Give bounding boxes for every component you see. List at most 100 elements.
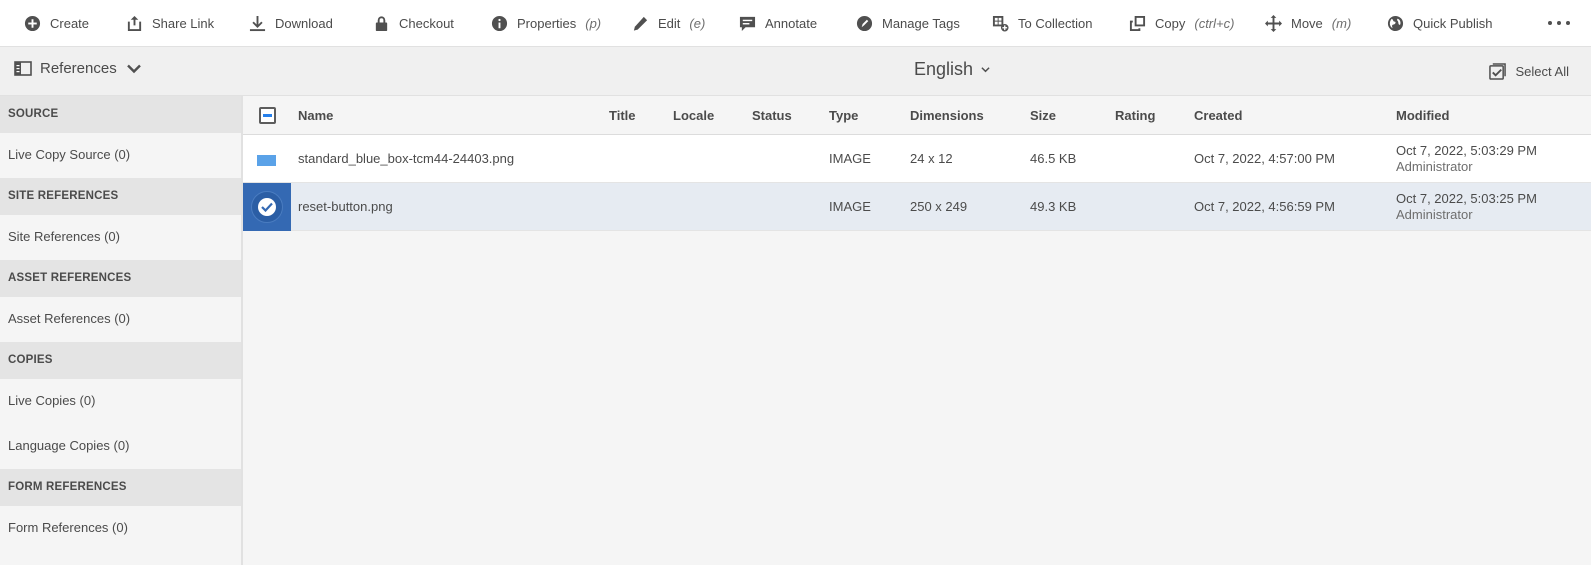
to-collection-label: To Collection bbox=[1018, 15, 1093, 31]
row-created: Oct 7, 2022, 4:57:00 PM bbox=[1194, 151, 1335, 166]
quick-publish-button[interactable]: Quick Publish bbox=[1387, 0, 1492, 46]
row-modified: Oct 7, 2022, 5:03:25 PM Administrator bbox=[1396, 183, 1537, 231]
row-type: IMAGE bbox=[829, 199, 871, 214]
action-bar: Create Share Link Download Checkout Prop… bbox=[0, 0, 1591, 47]
rail-panel-icon bbox=[14, 61, 32, 76]
row-name: reset-button.png bbox=[298, 199, 393, 214]
pencil-icon bbox=[633, 16, 648, 31]
checkout-label: Checkout bbox=[399, 15, 454, 31]
rail-item-asset-references[interactable]: Asset References (0) bbox=[0, 299, 241, 339]
rail-item-language-copies[interactable]: Language Copies (0) bbox=[0, 426, 241, 466]
rail-toggle[interactable]: References bbox=[14, 60, 143, 77]
quick-publish-label: Quick Publish bbox=[1413, 15, 1493, 31]
edit-shortcut: (e) bbox=[689, 15, 706, 31]
annotate-button[interactable]: Annotate bbox=[739, 0, 817, 46]
table-header: Name Title Locale Status Type Dimensions… bbox=[243, 96, 1591, 135]
download-icon bbox=[249, 15, 266, 31]
column-name[interactable]: Name bbox=[298, 96, 333, 135]
share-icon bbox=[127, 15, 142, 31]
row-size: 46.5 KB bbox=[1030, 151, 1077, 166]
download-label: Download bbox=[275, 15, 333, 31]
row-size: 49.3 KB bbox=[1030, 199, 1077, 214]
table-row[interactable]: reset-button.png IMAGE 250 x 249 49.3 KB… bbox=[243, 183, 1591, 231]
properties-shortcut: (p) bbox=[585, 15, 602, 31]
rail-section-asset-references: ASSET REFERENCES bbox=[0, 260, 241, 297]
language-label: English bbox=[914, 59, 974, 79]
column-title[interactable]: Title bbox=[609, 96, 636, 135]
edit-button[interactable]: Edit (e) bbox=[632, 0, 705, 46]
column-status[interactable]: Status bbox=[752, 96, 792, 135]
row-modified-date: Oct 7, 2022, 5:03:29 PM bbox=[1396, 143, 1537, 158]
manage-tags-label: Manage Tags bbox=[882, 15, 960, 31]
row-modified-date: Oct 7, 2022, 5:03:25 PM bbox=[1396, 191, 1537, 206]
rail-section-copies: COPIES bbox=[0, 342, 241, 379]
rail-section-form-references: FORM REFERENCES bbox=[0, 469, 241, 506]
move-shortcut: (m) bbox=[1331, 15, 1352, 31]
checkmark-icon bbox=[258, 198, 276, 216]
select-all-label: Select All bbox=[1515, 64, 1569, 79]
edit-label: Edit bbox=[658, 15, 681, 31]
indeterminate-mark bbox=[263, 114, 272, 117]
select-all-icon bbox=[1488, 63, 1506, 80]
copy-label: Copy bbox=[1155, 15, 1186, 31]
row-modified-by: Administrator bbox=[1396, 159, 1473, 174]
row-name: standard_blue_box-tcm44-24403.png bbox=[298, 151, 515, 166]
sub-header: References English Select All bbox=[0, 47, 1591, 96]
row-dimensions: 250 x 249 bbox=[910, 199, 968, 214]
create-label: Create bbox=[50, 15, 90, 31]
manage-tags-button[interactable]: Manage Tags bbox=[856, 0, 960, 46]
move-label: Move bbox=[1291, 15, 1323, 31]
column-locale[interactable]: Locale bbox=[673, 96, 714, 135]
tag-icon bbox=[856, 15, 873, 31]
plus-circle-icon bbox=[24, 15, 41, 31]
rail-section-site-references: SITE REFERENCES bbox=[0, 178, 241, 215]
move-icon bbox=[1265, 14, 1282, 32]
row-modified: Oct 7, 2022, 5:03:29 PM Administrator bbox=[1396, 135, 1537, 183]
row-selection-checkbox[interactable] bbox=[243, 183, 291, 231]
properties-label: Properties bbox=[517, 15, 577, 31]
image-thumbnail[interactable] bbox=[257, 155, 276, 166]
rail-section-source: SOURCE bbox=[0, 96, 241, 133]
rail-label: References bbox=[40, 60, 117, 77]
rail-item-form-references[interactable]: Form References (0) bbox=[0, 508, 241, 548]
row-modified-by: Administrator bbox=[1396, 207, 1473, 222]
rail-item-site-references[interactable]: Site References (0) bbox=[0, 217, 241, 257]
more-icon[interactable] bbox=[1548, 14, 1570, 32]
row-dimensions: 24 x 12 bbox=[910, 151, 953, 166]
column-type[interactable]: Type bbox=[829, 96, 858, 135]
copy-shortcut: (ctrl+c) bbox=[1194, 15, 1235, 31]
row-type: IMAGE bbox=[829, 151, 871, 166]
globe-icon bbox=[1387, 15, 1404, 31]
copy-icon bbox=[1129, 15, 1146, 31]
chevron-down-icon bbox=[126, 64, 141, 74]
download-button[interactable]: Download bbox=[249, 0, 333, 46]
copy-button[interactable]: Copy (ctrl+c) bbox=[1129, 0, 1234, 46]
checkout-button[interactable]: Checkout bbox=[373, 0, 454, 46]
share-link-button[interactable]: Share Link bbox=[126, 0, 214, 46]
language-selector[interactable]: English bbox=[914, 59, 990, 80]
select-all-button[interactable]: Select All bbox=[1488, 63, 1569, 80]
column-modified[interactable]: Modified bbox=[1396, 96, 1449, 135]
create-button[interactable]: Create bbox=[24, 0, 89, 46]
row-created: Oct 7, 2022, 4:56:59 PM bbox=[1194, 199, 1335, 214]
rail-item-live-copy-source[interactable]: Live Copy Source (0) bbox=[0, 135, 241, 175]
column-created[interactable]: Created bbox=[1194, 96, 1242, 135]
references-rail: SOURCE Live Copy Source (0) SITE REFEREN… bbox=[0, 96, 243, 565]
chevron-down-icon bbox=[981, 67, 990, 73]
move-button[interactable]: Move (m) bbox=[1265, 0, 1351, 46]
column-rating[interactable]: Rating bbox=[1115, 96, 1155, 135]
collection-add-icon bbox=[992, 15, 1009, 32]
table-row[interactable]: standard_blue_box-tcm44-24403.png IMAGE … bbox=[243, 135, 1591, 183]
select-all-checkbox[interactable] bbox=[259, 107, 276, 124]
lock-icon bbox=[375, 15, 388, 31]
rail-item-live-copies[interactable]: Live Copies (0) bbox=[0, 381, 241, 421]
annotate-label: Annotate bbox=[765, 15, 818, 31]
share-link-label: Share Link bbox=[152, 15, 215, 31]
column-size[interactable]: Size bbox=[1030, 96, 1056, 135]
properties-button[interactable]: Properties (p) bbox=[491, 0, 601, 46]
column-dimensions[interactable]: Dimensions bbox=[910, 96, 984, 135]
comment-icon bbox=[739, 16, 756, 31]
to-collection-button[interactable]: To Collection bbox=[992, 0, 1092, 46]
info-icon bbox=[491, 15, 508, 31]
asset-table: Name Title Locale Status Type Dimensions… bbox=[243, 96, 1591, 565]
